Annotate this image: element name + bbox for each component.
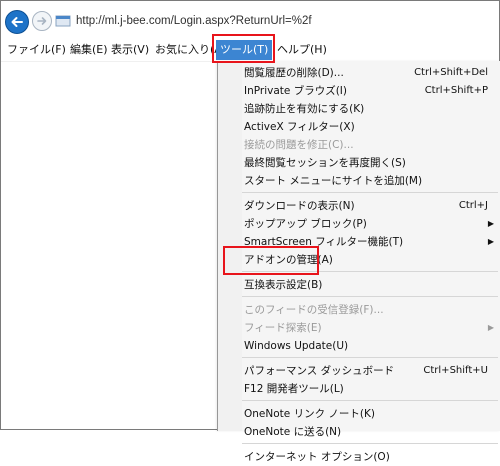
- menu-separator: [242, 296, 498, 297]
- menu-item-label: 閲覧履歴の削除(D)...: [244, 67, 344, 79]
- tools-menu-item[interactable]: パフォーマンス ダッシュボード Ctrl+Shift+U: [244, 362, 498, 380]
- tools-menu-item[interactable]: 閲覧履歴の削除(D)... Ctrl+Shift+Del: [244, 64, 498, 82]
- tools-menu-item[interactable]: Windows Update(U): [244, 337, 498, 355]
- menu-item-label: 最終閲覧セッションを再度開く(S): [244, 157, 406, 169]
- tools-menu-item[interactable]: F12 開発者ツール(L): [244, 380, 498, 398]
- menu-item-label: ActiveX フィルター(X): [244, 121, 355, 133]
- tools-menu-item[interactable]: ダウンロードの表示(N) Ctrl+J: [244, 197, 498, 215]
- browser-window: http://ml.j-bee.com/Login.aspx?ReturnUrl…: [0, 0, 500, 463]
- menu-item-label: インターネット オプション(O): [244, 451, 390, 463]
- menu-item-label: F12 開発者ツール(L): [244, 383, 344, 395]
- back-arrow-icon: [11, 17, 23, 27]
- tools-menu-item: フィード探索(E) ▶: [244, 319, 498, 337]
- menu-separator: [242, 400, 498, 401]
- menu-item-shortcut: Ctrl+Shift+P: [424, 85, 488, 96]
- tools-menu-item[interactable]: InPrivate ブラウズ(I) Ctrl+Shift+P: [244, 82, 498, 100]
- tools-menu-item[interactable]: 追跡防止を有効にする(K): [244, 100, 498, 118]
- menu-separator: [242, 443, 498, 444]
- tools-menu-item[interactable]: 最終閲覧セッションを再度開く(S): [244, 154, 498, 172]
- menu-item-shortcut: Ctrl+Shift+U: [423, 365, 488, 376]
- menu-item-label: OneNote リンク ノート(K): [244, 408, 375, 420]
- menu-item-label: InPrivate ブラウズ(I): [244, 85, 347, 97]
- menu-item-label: ポップアップ ブロック(P): [244, 218, 367, 230]
- address-bar[interactable]: http://ml.j-bee.com/Login.aspx?ReturnUrl…: [55, 11, 499, 31]
- chevron-right-icon: ▶: [487, 219, 494, 228]
- menu-0[interactable]: ファイル(F): [7, 40, 66, 60]
- menu-item-label: Windows Update(U): [244, 340, 349, 352]
- chevron-right-icon: ▶: [487, 237, 494, 246]
- tools-menu-item[interactable]: インターネット オプション(O): [244, 448, 498, 466]
- forward-arrow-icon: [37, 17, 47, 25]
- menu-item-label: パフォーマンス ダッシュボード: [244, 365, 395, 377]
- menu-separator: [242, 357, 498, 358]
- tools-menu-item[interactable]: ポップアップ ブロック(P) ▶: [244, 215, 498, 233]
- menu-item-shortcut: Ctrl+J: [458, 200, 488, 211]
- tools-menu-item[interactable]: スタート メニューにサイトを追加(M): [244, 172, 498, 190]
- menu-item-label: 接続の問題を修正(C)...: [244, 139, 354, 151]
- menu-item-label: フィード探索(E): [244, 322, 322, 334]
- menu-item-label: 互換表示設定(B): [244, 279, 323, 291]
- callout-tools-menu: [212, 34, 275, 63]
- tools-menu-item[interactable]: OneNote リンク ノート(K): [244, 405, 498, 423]
- tools-menu-item: このフィードの受信登録(F)...: [244, 301, 498, 319]
- chevron-right-icon: ▶: [487, 323, 494, 332]
- forward-button[interactable]: [32, 11, 52, 31]
- menu-item-shortcut: Ctrl+Shift+Del: [414, 67, 488, 78]
- menu-item-label: 追跡防止を有効にする(K): [244, 103, 365, 115]
- menu-2[interactable]: 表示(V): [111, 40, 149, 60]
- tools-menu-item: 接続の問題を修正(C)...: [244, 136, 498, 154]
- tools-menu-item[interactable]: ActiveX フィルター(X): [244, 118, 498, 136]
- back-button[interactable]: [5, 10, 29, 34]
- menu-item-label: ダウンロードの表示(N): [244, 200, 355, 212]
- menu-1[interactable]: 編集(E): [70, 40, 108, 60]
- ie-page-icon: [55, 15, 71, 27]
- menu-item-label: OneNote に送る(N): [244, 426, 342, 438]
- menu-item-label: このフィードの受信登録(F)...: [244, 304, 384, 316]
- menu-separator: [242, 192, 498, 193]
- tools-menu-item[interactable]: 互換表示設定(B): [244, 276, 498, 294]
- url-text[interactable]: http://ml.j-bee.com/Login.aspx?ReturnUrl…: [76, 15, 312, 27]
- menu-item-label: スタート メニューにサイトを追加(M): [244, 175, 423, 187]
- menu-5[interactable]: ヘルプ(H): [277, 40, 327, 60]
- callout-compat-view: [223, 246, 319, 275]
- tools-menu-item[interactable]: OneNote に送る(N): [244, 423, 498, 441]
